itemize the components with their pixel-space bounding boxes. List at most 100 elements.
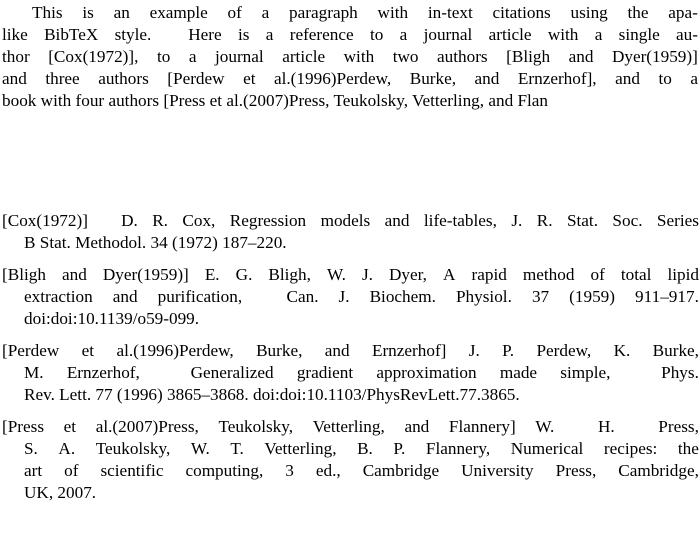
word: method (522, 265, 575, 284)
word: journal (214, 47, 264, 66)
word: Stat. (566, 211, 598, 230)
word: citations (492, 3, 551, 22)
word: authors (437, 47, 488, 66)
word: and (615, 69, 640, 88)
paragraph-line: This is an example of a paragraph with in-text ci… (2, 2, 698, 24)
word: Perdew, (536, 341, 592, 360)
word: [Cox(1972)] (2, 211, 88, 230)
word: Teukolsky, (95, 439, 171, 458)
bibliography-line: Rev. Lett. 77 (1996) 3865–3868. doi:doi:… (24, 385, 520, 404)
word (634, 362, 638, 384)
word: J. (338, 287, 350, 306)
word: with (343, 47, 375, 66)
word: Burke, (409, 69, 457, 88)
word: two (392, 47, 419, 66)
word: al.(1996)Perdew, (116, 341, 234, 360)
word: an (113, 3, 130, 22)
word: R. (536, 211, 553, 230)
word: al.(2007)Press, (95, 417, 199, 436)
word: computing, (185, 461, 264, 480)
word: Press, (555, 461, 597, 480)
word: A. (58, 439, 76, 458)
word: Press, (658, 417, 699, 436)
word: J. (468, 341, 480, 360)
document-page: This is an example of a paragraph with in-text ci… (0, 0, 700, 548)
word: Ernzerhof, (66, 363, 140, 382)
word: paragraph (289, 3, 358, 22)
paragraph-line: and three authors [Perdew et al.(1996)Perdew,… (2, 68, 698, 90)
word: to (369, 25, 384, 44)
word: recipes: (603, 439, 658, 458)
word: rapid (471, 265, 507, 284)
word: ed., (315, 461, 341, 480)
word: extraction (24, 287, 93, 306)
word: scientific (100, 461, 164, 480)
bibliography-line: [Cox(1972)] D. R. Cox, Regression models and l… (2, 210, 699, 232)
word: article (488, 25, 532, 44)
word: lipid (667, 265, 699, 284)
word: Numerical (510, 439, 584, 458)
word: art (24, 461, 43, 480)
word: [Bligh (2, 265, 46, 284)
word: and (404, 417, 430, 436)
word: Burke, (652, 341, 699, 360)
word: simple, (560, 363, 611, 382)
word: models (320, 211, 371, 230)
word: is (237, 25, 250, 44)
word: style. (114, 25, 152, 44)
word: [Perdew (2, 341, 60, 360)
word: W. (326, 265, 346, 284)
bibliography-line: B Stat. Methodol. 34 (1972) 187–220. (24, 233, 287, 252)
word: Cambridge, (618, 461, 699, 480)
word: is (82, 3, 94, 22)
word: purification, (157, 287, 243, 306)
word: like (2, 25, 28, 44)
word: of (64, 461, 79, 480)
word: Phys. (661, 363, 699, 382)
bibliography-entry: [Press et al.(2007)Press, Teukolsky, Vetterl… (2, 416, 699, 504)
word: life-tables, (423, 211, 497, 230)
word: and (61, 265, 87, 284)
word: au- (676, 25, 698, 44)
bibliography-line: doi:doi:10.1139/o59-099. (24, 309, 200, 328)
word: B. (357, 439, 373, 458)
word (163, 362, 167, 384)
bibliography-list: [Cox(1972)] D. R. Cox, Regression models and l… (2, 210, 699, 514)
word: P. (502, 341, 515, 360)
word: with (547, 25, 579, 44)
word: Cambridge (362, 461, 440, 480)
word: Soc. (612, 211, 643, 230)
word: This (32, 3, 63, 22)
word: Biochem. (369, 287, 436, 306)
word: Can. (286, 287, 319, 306)
word: et (81, 341, 95, 360)
word: in-text (427, 3, 473, 22)
word: a (265, 25, 274, 44)
word: J. (511, 211, 523, 230)
word: et (243, 69, 256, 88)
word: E. (204, 265, 220, 284)
word (102, 210, 106, 232)
word: BibTeX (44, 25, 99, 44)
bibliography-line: UK, 2007. (24, 483, 97, 502)
word: and (384, 211, 410, 230)
word: gradient (296, 363, 354, 382)
word: University (461, 461, 534, 480)
word: Physiol. (456, 287, 512, 306)
word: G. (235, 265, 253, 284)
word: Dyer(1959)] (611, 47, 698, 66)
word: using (570, 3, 608, 22)
word: made (499, 363, 538, 382)
word: J. (361, 265, 373, 284)
word: total (620, 265, 652, 284)
word: T. (230, 439, 244, 458)
word: single (618, 25, 660, 44)
word: et (63, 417, 77, 436)
bibliography-entry: [Cox(1972)] D. R. Cox, Regression models and l… (2, 210, 699, 254)
word: D. (121, 211, 138, 230)
bibliography-line: art of scientific computing, 3 ed., Cambridge U… (2, 460, 699, 482)
word: a (690, 69, 698, 88)
word: [Press (2, 417, 45, 436)
word: Generalized (190, 363, 274, 382)
word: journal (423, 25, 473, 44)
